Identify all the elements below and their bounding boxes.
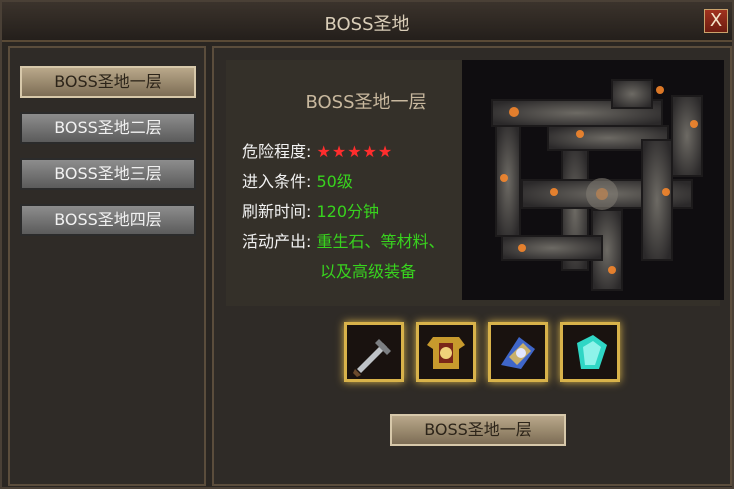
armor-icon	[419, 325, 473, 379]
reward-slot-2[interactable]	[416, 322, 476, 382]
sidebar-item-floor-1[interactable]: BOSS圣地一层	[20, 66, 196, 98]
entry-label: 进入条件:	[242, 172, 312, 191]
reward-items	[334, 316, 622, 388]
gem-icon	[563, 325, 617, 379]
danger-stars: ★★★★★	[316, 142, 394, 161]
danger-row: 危险程度: ★★★★★	[242, 138, 393, 162]
entry-value: 50级	[316, 172, 353, 191]
output-row-2: 以及高级装备	[320, 258, 416, 282]
reward-slot-3[interactable]	[488, 322, 548, 382]
sword-icon	[347, 325, 401, 379]
floor-title: BOSS圣地一层	[305, 92, 427, 113]
entry-row: 进入条件: 50级	[242, 168, 353, 192]
refresh-label: 刷新时间:	[242, 202, 312, 221]
refresh-value: 120分钟	[316, 202, 380, 221]
reward-slot-1[interactable]	[344, 322, 404, 382]
boss-sanctuary-window: BOSS圣地 X BOSS圣地一层 BOSS圣地二层 BOSS圣地三层 BOSS…	[0, 0, 734, 489]
enter-floor-button[interactable]: BOSS圣地一层	[390, 414, 566, 446]
danger-label: 危险程度:	[242, 142, 312, 161]
output-row: 活动产出: 重生石、等材料、	[242, 228, 445, 252]
title-bar: BOSS圣地 X	[2, 2, 732, 42]
floor-sidebar: BOSS圣地一层 BOSS圣地二层 BOSS圣地三层 BOSS圣地四层	[8, 46, 206, 486]
close-button[interactable]: X	[704, 9, 728, 33]
output-value-line1: 重生石、等材料、	[316, 232, 445, 251]
sidebar-item-floor-4[interactable]: BOSS圣地四层	[20, 204, 196, 236]
dungeon-map-image	[462, 60, 724, 300]
output-label: 活动产出:	[242, 232, 312, 251]
refresh-row: 刷新时间: 120分钟	[242, 198, 379, 222]
output-value-line2: 以及高级装备	[320, 262, 417, 281]
main-panel: BOSS圣地一层 危险程度: ★★★★★ 进入条件: 50级 刷新时间: 120…	[212, 46, 732, 486]
sidebar-item-floor-3[interactable]: BOSS圣地三层	[20, 158, 196, 190]
sidebar-item-floor-2[interactable]: BOSS圣地二层	[20, 112, 196, 144]
window-title: BOSS圣地	[324, 14, 410, 35]
reward-slot-4[interactable]	[560, 322, 620, 382]
crystal-icon	[491, 325, 545, 379]
